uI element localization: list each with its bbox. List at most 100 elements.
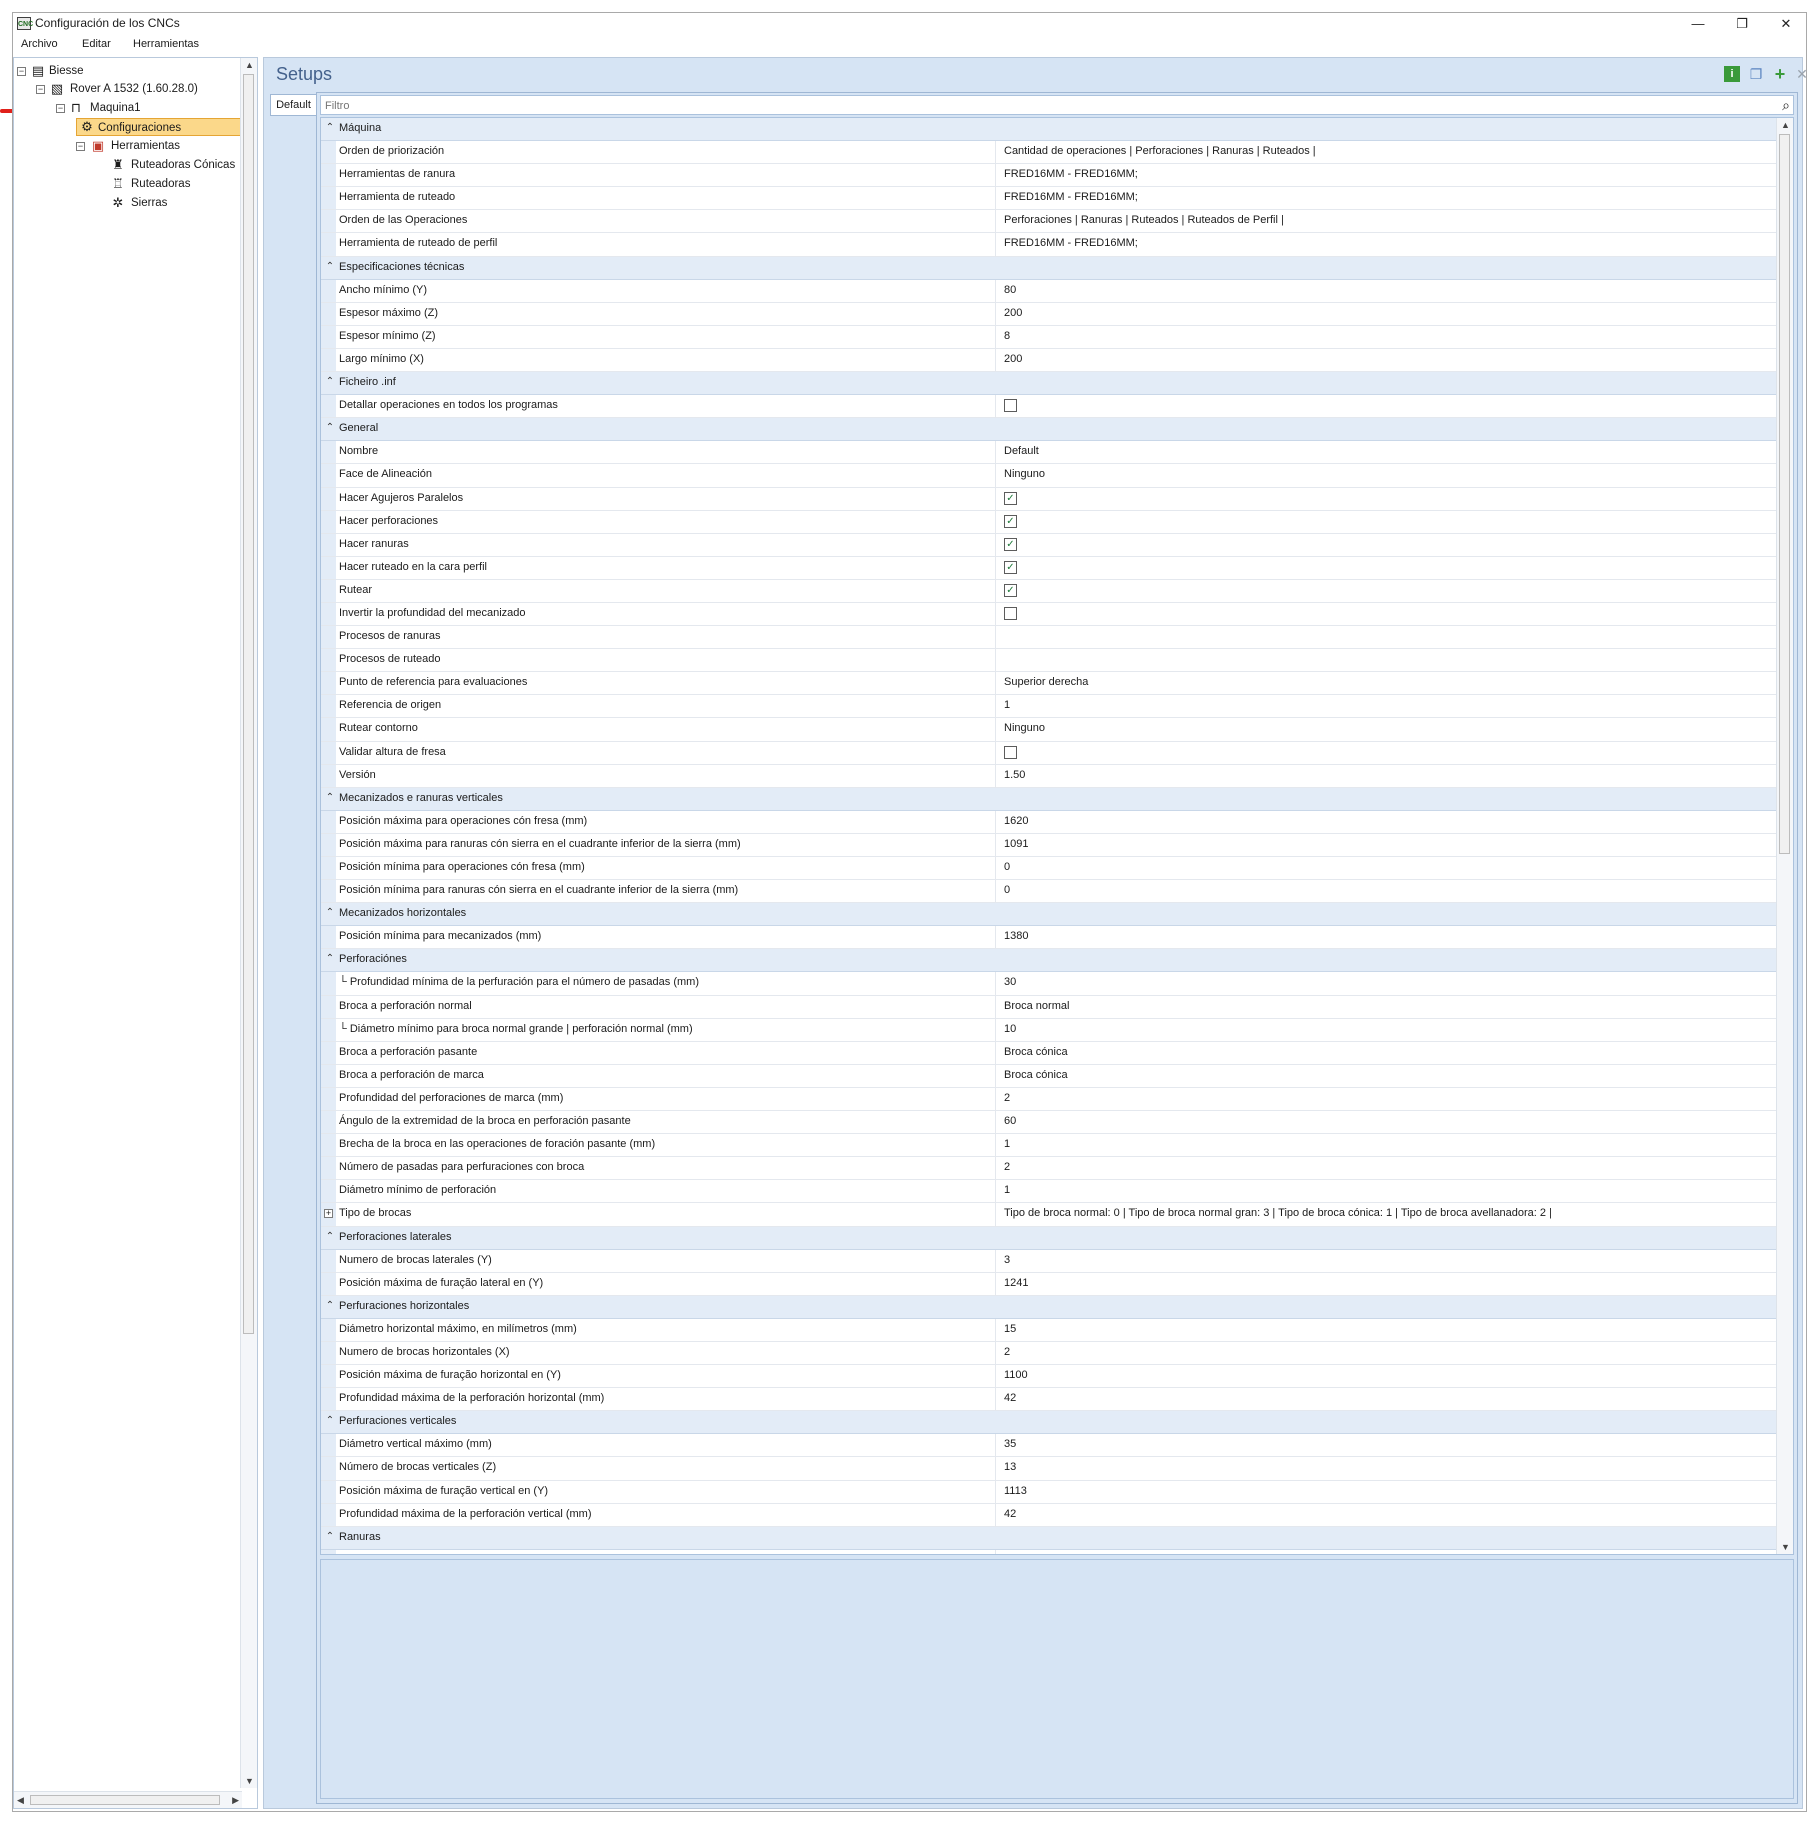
property-row[interactable]: Validar altura de fresa xyxy=(321,741,1777,765)
property-value[interactable]: 13 xyxy=(1004,1461,1016,1473)
property-row[interactable]: Punto de referencia para evaluaciones Sup… xyxy=(321,672,1777,696)
property-checkbox[interactable] xyxy=(1004,606,1017,620)
tree-node-sierras[interactable]: ✲ Sierras xyxy=(14,194,234,212)
property-row[interactable]: Ángulo de la extremidad de la broca en p… xyxy=(321,1111,1777,1135)
property-value[interactable]: 0 xyxy=(1004,861,1010,873)
collapse-chevron-icon[interactable]: ⌃ xyxy=(325,792,335,803)
tree-node-configuraciones[interactable]: ⚙ Configuraciones xyxy=(76,118,242,136)
property-value[interactable]: 1 xyxy=(1004,699,1010,711)
property-row[interactable]: Rutear contorno Ninguno xyxy=(321,718,1777,742)
property-value[interactable]: FRED16MM - FRED16MM; xyxy=(1004,191,1138,203)
property-value[interactable]: 42 xyxy=(1004,1392,1016,1404)
property-row[interactable]: Nombre Default xyxy=(321,441,1777,465)
property-value[interactable]: Default xyxy=(1004,445,1039,457)
category-row[interactable]: ⌃ Perfuraciones horizontales xyxy=(321,1295,1777,1319)
property-row[interactable]: + Tipo de brocas Tipo de broca normal: 0 |… xyxy=(321,1203,1777,1227)
property-row[interactable]: Invertir la profundidad del mecanizado xyxy=(321,602,1777,627)
property-checkbox[interactable]: ✓ xyxy=(1004,583,1017,597)
property-row[interactable]: Broca a perforación de marca Broca cónica xyxy=(321,1064,1777,1088)
property-value[interactable]: 1241 xyxy=(1004,1277,1028,1289)
property-checkbox[interactable]: ✓ xyxy=(1004,514,1017,528)
property-row[interactable]: Orden de las Operaciones Perforaciones | … xyxy=(321,210,1777,234)
property-row[interactable]: Orden de priorización Cantidad de operaci… xyxy=(321,141,1777,165)
tree-scroll-thumb[interactable] xyxy=(243,74,254,1334)
category-row[interactable]: ⌃ Perfuraciones verticales xyxy=(321,1411,1777,1435)
menu-archivo[interactable]: Archivo xyxy=(21,38,58,50)
category-row[interactable]: ⌃ Perforaciones laterales xyxy=(321,1226,1777,1250)
property-row[interactable]: Ancho mínimo (Y) 80 xyxy=(321,279,1777,303)
property-row[interactable]: Procesos de ruteado xyxy=(321,649,1777,673)
category-row[interactable]: ⌃ Mecanizados e ranuras verticales xyxy=(321,787,1777,811)
property-value[interactable]: 35 xyxy=(1004,1438,1016,1450)
delete-icon[interactable]: ✕ xyxy=(1794,66,1810,82)
filter-input[interactable] xyxy=(323,97,1767,115)
scroll-down-icon[interactable]: ▼ xyxy=(245,1776,254,1786)
property-value[interactable]: Superior derecha xyxy=(1004,676,1088,688)
property-row[interactable]: Versión 1.50 xyxy=(321,764,1777,788)
tree-node-maquina1[interactable]: − ⊓ Maquina1 xyxy=(14,99,234,117)
export-icon[interactable]: i xyxy=(1724,66,1740,82)
collapse-toggle-icon[interactable]: − xyxy=(56,104,65,113)
property-value[interactable]: 1.50 xyxy=(1004,769,1025,781)
property-row[interactable]: Herramienta de ruteado de perfil FRED16MM… xyxy=(321,233,1777,257)
tree-node-ruteadoras-conicas[interactable]: ♜ Ruteadoras Cónicas xyxy=(14,156,235,174)
property-row[interactable]: Procesos de ranuras xyxy=(321,626,1777,650)
tree-horizontal-scrollbar[interactable]: ◀ ▶ xyxy=(14,1791,242,1808)
category-row[interactable]: ⌃ Máquina xyxy=(321,118,1777,142)
property-value[interactable]: 3 xyxy=(1004,1254,1010,1266)
property-value[interactable]: 2 xyxy=(1004,1346,1010,1358)
grid-vertical-scrollbar[interactable]: ▲ ▼ xyxy=(1776,118,1793,1554)
category-row[interactable]: ⌃ Mecanizados horizontales xyxy=(321,903,1777,927)
property-value[interactable]: 1380 xyxy=(1004,930,1028,942)
property-row[interactable]: Diámetro vertical máximo (mm) 35 xyxy=(321,1434,1777,1458)
property-value[interactable]: 30 xyxy=(1004,976,1016,988)
category-row[interactable]: ⌃ Especificaciones técnicas xyxy=(321,256,1777,280)
menu-editar[interactable]: Editar xyxy=(82,38,111,50)
collapse-chevron-icon[interactable]: ⌃ xyxy=(325,261,335,272)
property-row[interactable]: Hacer ranuras ✓ xyxy=(321,533,1777,557)
property-checkbox[interactable] xyxy=(1004,745,1017,759)
property-row[interactable]: Número de brocas verticales (Z) 13 xyxy=(321,1457,1777,1481)
property-row[interactable]: Herramientas de ranura FRED16MM - FRED16M… xyxy=(321,164,1777,188)
property-value[interactable]: 1100 xyxy=(1004,1369,1028,1381)
tree-node-ruteadoras[interactable]: ♖ Ruteadoras xyxy=(14,175,234,193)
property-row[interactable]: Espesor mínimo (Z) 8 xyxy=(321,325,1777,349)
property-row[interactable]: Broca a perforación normal Broca normal xyxy=(321,995,1777,1019)
property-value[interactable]: 1113 xyxy=(1004,1485,1027,1497)
collapse-chevron-icon[interactable]: ⌃ xyxy=(325,954,335,964)
property-row[interactable]: Hacer ruteado en la cara perfil ✓ xyxy=(321,556,1777,580)
property-row[interactable]: Brecha de la broca en las operaciones de… xyxy=(321,1134,1777,1158)
property-row[interactable]: Posición máxima de furação horizontal en… xyxy=(321,1365,1777,1389)
property-row[interactable]: Rutear ✓ xyxy=(321,579,1777,603)
property-checkbox[interactable] xyxy=(1004,399,1017,413)
scroll-down-icon[interactable]: ▼ xyxy=(1781,1542,1790,1552)
category-row[interactable]: ⌃ Ficheiro .inf xyxy=(321,372,1777,396)
maximize-button[interactable]: ❐ xyxy=(1720,13,1764,35)
menu-herramientas[interactable]: Herramientas xyxy=(133,38,199,50)
collapse-chevron-icon[interactable]: ⌃ xyxy=(325,377,335,387)
expand-plus-icon[interactable]: + xyxy=(324,1209,333,1219)
property-value[interactable]: Perforaciones | Ranuras | Ruteados | Rut… xyxy=(1004,214,1284,226)
property-row[interactable]: Posición mínima para ranuras cón sierra … xyxy=(321,880,1777,904)
tree-vertical-scrollbar[interactable]: ▲ ▼ xyxy=(240,58,257,1788)
property-row[interactable]: └ Diámetro mínimo para broca normal gran… xyxy=(321,1018,1777,1042)
tree-node-machine-model[interactable]: − ▧ Rover A 1532 (1.60.28.0) xyxy=(14,80,234,98)
property-value[interactable]: 8 xyxy=(1004,330,1010,342)
property-row[interactable]: Numero de brocas laterales (Y) 3 xyxy=(321,1249,1777,1273)
property-row[interactable]: Ajusta el tamaño de la ranura según las … xyxy=(321,1549,1777,1554)
property-checkbox[interactable]: ✓ xyxy=(1004,1553,1017,1554)
property-value[interactable]: FRED16MM - FRED16MM; xyxy=(1004,168,1138,180)
property-row[interactable]: Posición máxima para ranuras cón sierra … xyxy=(321,833,1777,857)
search-icon[interactable]: ⌕ xyxy=(1782,97,1790,113)
property-checkbox[interactable]: ✓ xyxy=(1004,491,1017,505)
add-icon[interactable]: + xyxy=(1772,65,1788,83)
property-row[interactable]: Profundidad del perforaciones de marca (… xyxy=(321,1087,1777,1112)
property-value[interactable]: 1 xyxy=(1004,1138,1010,1150)
tree-node-herramientas[interactable]: − ▣ Herramientas xyxy=(14,137,234,155)
property-row[interactable]: Diámetro horizontal máximo, en milímetro… xyxy=(321,1318,1777,1342)
category-row[interactable]: ⌃ General xyxy=(321,418,1777,442)
property-checkbox[interactable]: ✓ xyxy=(1004,560,1017,574)
property-row[interactable]: Posición mínima para mecanizados (mm) 138… xyxy=(321,926,1777,950)
tab-default[interactable]: Default xyxy=(270,94,316,116)
property-value[interactable]: Tipo de broca normal: 0 | Tipo de broca … xyxy=(1004,1207,1552,1219)
